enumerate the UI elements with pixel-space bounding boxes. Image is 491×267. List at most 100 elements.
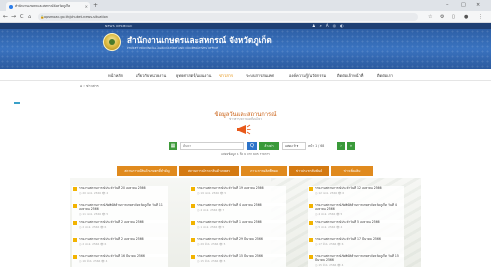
main-nav: หน้าหลัก เกี่ยวกับหน่วยงาน ยุทธศาสตร์/แผ… bbox=[0, 69, 491, 81]
forward-button[interactable]: → bbox=[11, 13, 16, 21]
news-card[interactable]: รายงานสถานการณ์ประจำวันที่ 15 มีนาคม 256… bbox=[190, 254, 286, 267]
news-bullet-icon bbox=[309, 187, 313, 191]
news-title[interactable]: รายงานสถานการณ์ประจำวันที่ 12 เมษายน 256… bbox=[315, 186, 404, 190]
side-marker bbox=[14, 102, 20, 104]
last-page-button[interactable]: » bbox=[347, 142, 355, 150]
news-meta: ◷ 19 เม.ย. 2566 👁 5 bbox=[197, 191, 227, 195]
close-window-button[interactable]: × bbox=[476, 1, 480, 9]
reset-button[interactable]: ล้างค่า bbox=[259, 142, 279, 150]
nav-item-staff[interactable]: ติดต่อเจ้าหน้าที่ bbox=[337, 72, 363, 79]
tab-category-5[interactable]: ข่าวเพิ่มเติม bbox=[331, 166, 373, 176]
news-title[interactable]: รายงานสถานการณ์ประจำวันที่ 16 มีนาคม 256… bbox=[79, 254, 168, 258]
nav-item-contact[interactable]: ติดต่อเรา bbox=[377, 72, 393, 79]
news-title[interactable]: รายงานสถานการณ์ประจำวันที่ 1 เมษายน 2566 bbox=[197, 220, 286, 224]
news-meta: ◷ 4 เม.ย. 2566 👁 7 bbox=[197, 208, 225, 212]
tab-category-1[interactable]: สถานการณ์สินค้าเกษตรที่สำคัญ bbox=[117, 166, 177, 176]
breadcrumb: ⌂ › ข่าวสาร bbox=[80, 84, 99, 88]
news-bullet-icon bbox=[309, 204, 313, 208]
news-title[interactable]: รายงานสถานการณ์ประจำวันที่ 17 มีนาคม 256… bbox=[315, 237, 404, 241]
nav-item-news[interactable]: ข่าวสาร bbox=[219, 72, 233, 79]
news-title[interactable]: รายงานสถานการณ์ภัยพิบัติด้านการเกษตรจังห… bbox=[315, 254, 404, 262]
org-name-english: PHUKET PROVINCIAL AGRICULTURE AND COOPER… bbox=[127, 46, 219, 50]
news-bullet-icon bbox=[73, 204, 77, 208]
news-bullet-icon bbox=[309, 221, 313, 225]
star-icon[interactable]: ☆ bbox=[428, 13, 432, 21]
search-button[interactable]: Q bbox=[247, 142, 257, 150]
news-bullet-icon bbox=[191, 204, 195, 208]
news-bullet-icon bbox=[73, 238, 77, 242]
reload-button[interactable]: C bbox=[20, 13, 24, 21]
news-title[interactable]: รายงานสถานการณ์ประจำวันที่ 29 มีนาคม 256… bbox=[197, 237, 286, 241]
lock-icon: 🔒 bbox=[40, 15, 45, 19]
site-header: สำนักงานเกษตรและสหกรณ์ จังหวัดภูเก็ต PHU… bbox=[0, 29, 491, 69]
home-icon[interactable]: ⌂ bbox=[80, 84, 82, 88]
nav-item-knowledge[interactable]: องค์ความรู้/นวัตกรรม bbox=[289, 72, 326, 79]
user-icon[interactable]: ♟ bbox=[312, 23, 320, 28]
next-page-button[interactable]: › bbox=[337, 142, 345, 150]
news-meta: ◷ 20 เม.ย. 2566 👁 4 bbox=[79, 191, 109, 195]
tab-category-2[interactable]: สถานการณ์ราคาสินค้าเกษตร bbox=[179, 166, 239, 176]
news-title[interactable]: รายงานสถานการณ์ประจำวันที่ 20 เมษายน 256… bbox=[79, 186, 168, 190]
news-title[interactable]: รายงานสถานการณ์ภัยพิบัติด้านการเกษตรจังห… bbox=[79, 203, 168, 211]
profile-icon[interactable]: ● bbox=[464, 13, 468, 21]
menu-icon[interactable]: ⋮ bbox=[478, 13, 483, 21]
news-bullet-icon bbox=[191, 187, 195, 191]
back-button[interactable]: ← bbox=[3, 13, 8, 21]
news-bullet-icon bbox=[73, 221, 77, 225]
extensions-icon[interactable]: ⚙ bbox=[440, 13, 444, 21]
address-toolbar: ← → C ⌂ 🔒 opsmoac.go.th/phuket-news-situ… bbox=[0, 11, 491, 23]
news-title[interactable]: รายงานสถานการณ์ประจำวันที่ 5 เมษายน 2566 bbox=[315, 220, 404, 224]
tab-category-4[interactable]: ข่าวประชาสัมพันธ์ bbox=[289, 166, 329, 176]
url-bar[interactable]: 🔒 opsmoac.go.th/phuket-news-situation bbox=[38, 13, 418, 21]
news-meta: ◷ 1 เม.ย. 2566 👁 5 bbox=[197, 225, 225, 229]
page-of-label: หน้า 1 / 68 bbox=[308, 144, 325, 148]
megaphone-icon bbox=[237, 124, 251, 135]
minimize-button[interactable]: – bbox=[446, 1, 449, 9]
news-meta: ◷ 4 เม.ย. 2566 👁 5 bbox=[315, 212, 343, 216]
news-meta: ◷ 5 เม.ย. 2566 👁 4 bbox=[315, 225, 343, 229]
tab-category-3[interactable]: ภาวะการผลิตพืชผล bbox=[241, 166, 287, 176]
url-text: opsmoac.go.th/phuket-news-situation bbox=[44, 15, 108, 19]
tab-title: สำนักงานเกษตรและสหกรณ์จังหวัดภูเก็ต bbox=[15, 4, 71, 8]
maximize-button[interactable]: □ bbox=[461, 1, 466, 9]
news-card[interactable]: รายงานสถานการณ์ประจำวันที่ 16 มีนาคม 256… bbox=[72, 254, 168, 267]
browser-tab-bar: สำนักงานเกษตรและสหกรณ์จังหวัดภูเก็ต × + … bbox=[0, 0, 491, 11]
news-bullet-icon bbox=[309, 238, 313, 242]
accessibility-icon[interactable]: ◎ bbox=[333, 23, 341, 28]
new-tab-button[interactable]: + bbox=[93, 2, 98, 10]
news-meta: ◷ 29 มี.ค. 2566 👁 5 bbox=[197, 242, 226, 246]
news-title[interactable]: รายงานสถานการณ์ประจำวันที่ 19 เมษายน 256… bbox=[197, 186, 286, 190]
news-title[interactable]: รายงานสถานการณ์ประจำวันที่ 15 มีนาคม 256… bbox=[197, 254, 286, 258]
browser-tab[interactable]: สำนักงานเกษตรและสหกรณ์จังหวัดภูเก็ต × bbox=[6, 2, 90, 11]
news-meta: ◷ 15 มี.ค. 2566 👁 5 bbox=[197, 259, 226, 263]
news-card[interactable]: รายงานสถานการณ์ภัยพิบัติด้านการเกษตรจังห… bbox=[308, 254, 404, 267]
news-meta: ◷ 15 มี.ค. 2566 👁 4 bbox=[315, 263, 344, 267]
contrast-icon[interactable]: ◐ bbox=[340, 23, 348, 28]
nav-item-about[interactable]: เกี่ยวกับหน่วยงาน bbox=[136, 72, 166, 79]
search-input[interactable] bbox=[180, 142, 244, 150]
sidebar-icon[interactable]: ▯ bbox=[452, 13, 455, 21]
per-page-select[interactable]: แสดง 9 ▾ bbox=[282, 142, 306, 150]
news-bullet-icon bbox=[73, 187, 77, 191]
calendar-icon[interactable]: ▦ bbox=[169, 142, 177, 150]
news-title[interactable]: รายงานสถานการณ์ประจำวันที่ 2 เมษายน 2566 bbox=[79, 220, 168, 224]
news-title[interactable]: รายงานสถานการณ์ภัยพิบัติด้านการเกษตรจังห… bbox=[315, 203, 404, 211]
nav-item-systems[interactable]: ระบบสารสนเทศ bbox=[246, 72, 274, 79]
home-button[interactable]: ⌂ bbox=[28, 13, 31, 21]
tab-close-icon[interactable]: × bbox=[85, 4, 88, 9]
news-meta: ◷ 16 มี.ค. 2566 👁 4 bbox=[79, 259, 108, 263]
news-meta: ◷ 2 เม.ย. 2566 👁 6 bbox=[79, 225, 107, 229]
page-subtitle: ข่าวสาร/ความเคลื่อนไหว bbox=[229, 117, 262, 121]
news-bullet-icon bbox=[191, 221, 195, 225]
news-title[interactable]: รายงานสถานการณ์ประจำวันที่ 2 เมษายน 2566 bbox=[79, 237, 168, 241]
breadcrumb-current: ข่าวสาร bbox=[86, 84, 99, 88]
org-seal-logo[interactable] bbox=[103, 33, 121, 51]
top-strip-label: NEWS OPSMOAC bbox=[105, 24, 133, 28]
nav-item-home[interactable]: หน้าหลัก bbox=[108, 72, 123, 79]
category-tabs: สถานการณ์สินค้าเกษตรที่สำคัญ สถานการณ์รา… bbox=[117, 166, 373, 176]
news-title[interactable]: รายงานสถานการณ์ประจำวันที่ 4 เมษายน 2566 bbox=[197, 203, 286, 207]
text-size-icon[interactable]: A bbox=[326, 23, 333, 28]
favicon-icon bbox=[9, 4, 13, 9]
nav-item-strategy[interactable]: ยุทธศาสตร์/แผนงาน bbox=[176, 72, 211, 79]
result-info: แสดงข้อมูล 1 ถึง 9 จาก 605 รายการ bbox=[221, 152, 270, 156]
